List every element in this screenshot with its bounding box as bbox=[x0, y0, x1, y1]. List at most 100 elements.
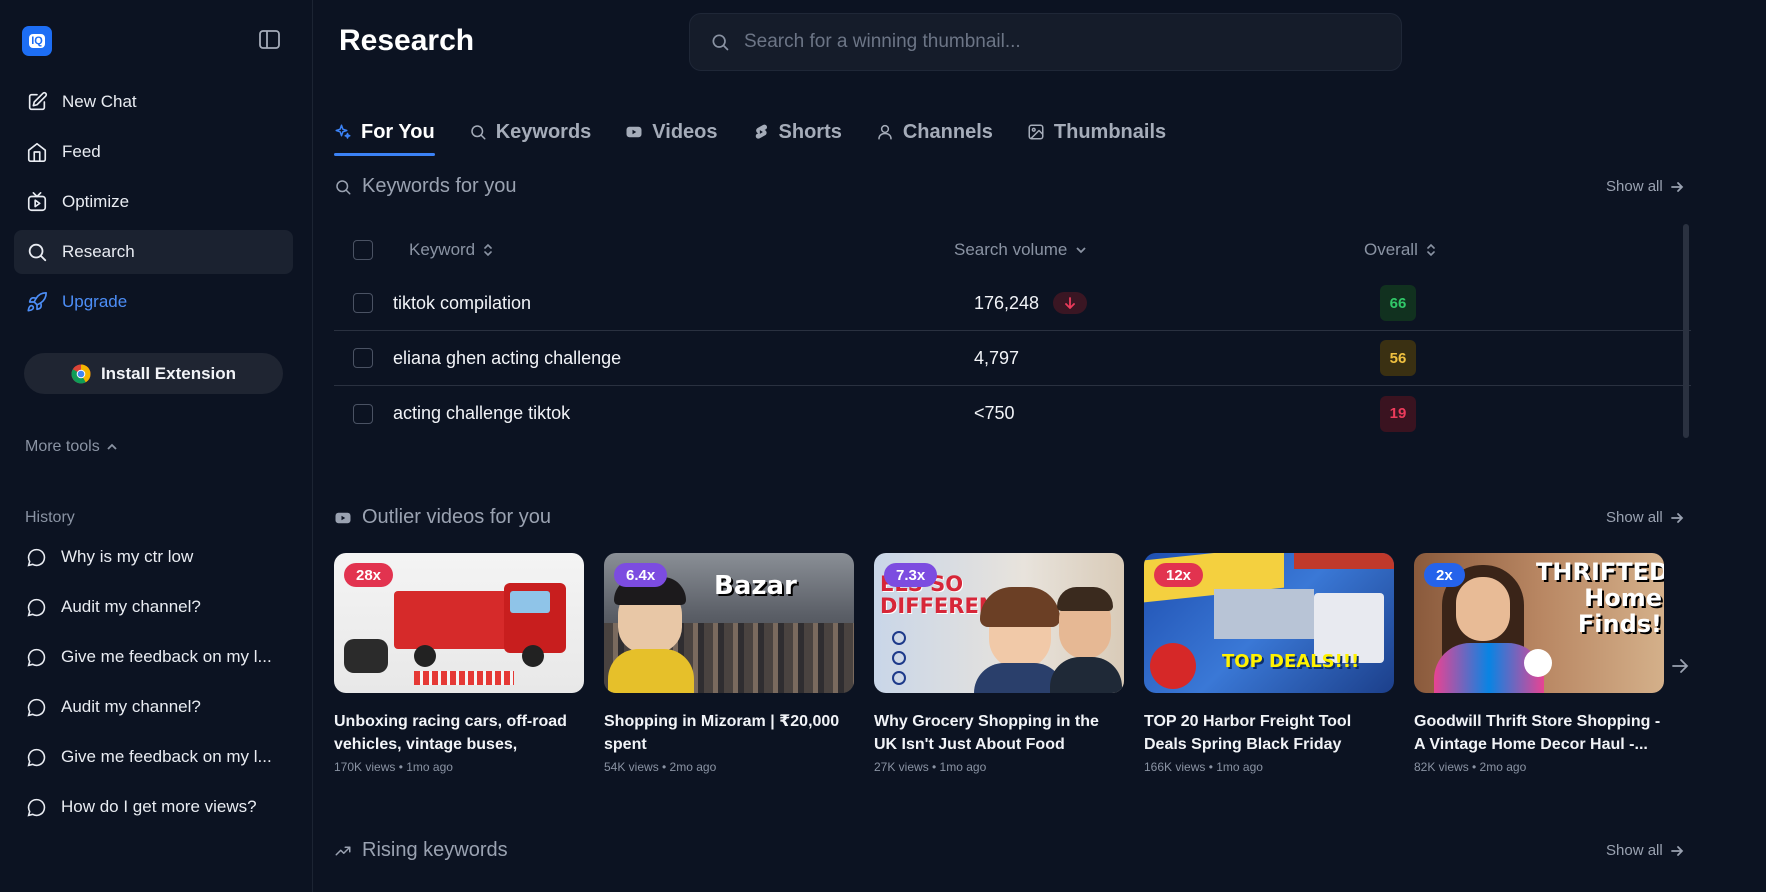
video-meta: 27K views • 1mo ago bbox=[874, 760, 987, 774]
table-row[interactable]: eliana ghen acting challenge 4,797 56 bbox=[334, 331, 1691, 386]
history-item[interactable]: Give me feedback on my l... bbox=[14, 735, 293, 779]
nav-item-research[interactable]: Research bbox=[14, 230, 293, 274]
youtube-icon bbox=[335, 512, 351, 523]
section-title: Keywords for you bbox=[362, 175, 517, 197]
video-thumbnail[interactable]: ELS SO DIFFERENT 7.3x bbox=[874, 553, 1124, 693]
overall-column-header[interactable]: Overall bbox=[1364, 240, 1436, 260]
tab-keywords[interactable]: Keywords bbox=[469, 114, 591, 150]
chrome-icon bbox=[71, 364, 91, 383]
table-row[interactable]: acting challenge tiktok <750 19 bbox=[334, 386, 1691, 441]
arrow-right-icon bbox=[1670, 845, 1683, 856]
arrow-right-icon bbox=[1670, 181, 1683, 192]
nav-label: Research bbox=[62, 242, 135, 261]
search-volume-column-header[interactable]: Search volume bbox=[954, 240, 1364, 260]
chevron-up-icon bbox=[107, 443, 117, 450]
chat-bubble-icon bbox=[27, 548, 46, 566]
row-checkbox[interactable] bbox=[353, 293, 373, 313]
image-icon bbox=[1028, 124, 1044, 140]
row-checkbox[interactable] bbox=[353, 403, 373, 424]
video-card[interactable]: TOP DEALS!!! 12x TOP 20 Harbor Freight T… bbox=[1144, 553, 1394, 774]
arrow-right-icon bbox=[1670, 512, 1683, 523]
keyword-column-header[interactable]: Keyword bbox=[409, 240, 954, 260]
chat-bubble-icon bbox=[27, 698, 46, 716]
nav-item-optimize[interactable]: Optimize bbox=[14, 180, 293, 224]
carousel-next-arrow-icon[interactable] bbox=[1668, 654, 1692, 678]
optimize-icon bbox=[27, 192, 47, 212]
video-meta: 54K views • 2mo ago bbox=[604, 760, 717, 774]
app-root: IQ New Chat Feed Optimize Research Upgra… bbox=[0, 0, 1766, 892]
video-thumbnail[interactable]: 28x bbox=[334, 553, 584, 693]
video-title: Goodwill Thrift Store Shopping - A Vinta… bbox=[1414, 713, 1661, 753]
video-title: Why Grocery Shopping in the UK Isn't Jus… bbox=[874, 713, 1099, 753]
chat-bubble-icon bbox=[27, 648, 46, 666]
thumbnail-text: THRIFTED Home Finds! bbox=[1536, 558, 1664, 638]
history-label: History bbox=[25, 509, 75, 526]
row-checkbox[interactable] bbox=[353, 348, 373, 368]
chat-bubble-icon bbox=[27, 798, 46, 816]
thumbnail-text: Bazar bbox=[714, 571, 797, 601]
table-row[interactable]: tiktok compilation 176,248 66 bbox=[334, 276, 1691, 331]
rising-section-header: Rising keywords bbox=[334, 839, 508, 862]
sidebar-toggle-icon[interactable] bbox=[259, 30, 280, 49]
video-thumbnail[interactable]: Bazar 6.4x bbox=[604, 553, 854, 693]
research-tabs: For You Keywords Videos Shorts Channels … bbox=[334, 114, 1200, 156]
outlier-multiplier-badge: 6.4x bbox=[614, 563, 668, 587]
arrow-down-icon bbox=[1065, 297, 1075, 309]
tab-thumbnails[interactable]: Thumbnails bbox=[1027, 114, 1166, 150]
history-item[interactable]: Audit my channel? bbox=[14, 585, 293, 629]
keywords-section-header: Keywords for you bbox=[334, 175, 517, 198]
chat-bubble-icon bbox=[27, 748, 46, 766]
search-bar[interactable] bbox=[689, 13, 1402, 71]
search-input[interactable] bbox=[744, 31, 1384, 53]
tab-videos[interactable]: Videos bbox=[625, 114, 718, 150]
table-scrollbar[interactable] bbox=[1683, 224, 1689, 438]
outlier-multiplier-badge: 12x bbox=[1154, 563, 1204, 587]
score-badge: 19 bbox=[1380, 395, 1416, 432]
outlier-section-header: Outlier videos for you bbox=[334, 506, 551, 529]
tab-channels[interactable]: Channels bbox=[876, 114, 993, 150]
keyword-cell: tiktok compilation bbox=[393, 292, 532, 313]
history-item[interactable]: Give me feedback on my l... bbox=[14, 635, 293, 679]
keywords-table: Keyword Search volume Overall tiktok com… bbox=[334, 224, 1691, 441]
rising-show-all-link[interactable]: Show all bbox=[1606, 842, 1684, 859]
score-badge: 56 bbox=[1380, 340, 1416, 376]
history-item[interactable]: Why is my ctr low bbox=[14, 535, 293, 579]
video-card[interactable]: THRIFTED Home Finds! 2x Goodwill Thrift … bbox=[1414, 553, 1664, 774]
youtube-icon bbox=[626, 126, 642, 138]
nav-item-new-chat[interactable]: New Chat bbox=[14, 80, 293, 124]
video-meta: 166K views • 1mo ago bbox=[1144, 760, 1263, 774]
app-logo[interactable]: IQ bbox=[22, 26, 52, 56]
search-volume-cell: <750 bbox=[974, 403, 1015, 423]
install-extension-label: Install Extension bbox=[100, 363, 237, 383]
outlier-multiplier-badge: 2x bbox=[1424, 563, 1465, 587]
sort-icon bbox=[484, 243, 492, 257]
tab-for-you[interactable]: For You bbox=[334, 114, 435, 156]
thumbnail-text: TOP DEALS!!! bbox=[1222, 651, 1360, 672]
select-all-checkbox[interactable] bbox=[353, 240, 373, 260]
search-icon bbox=[28, 243, 47, 262]
video-card[interactable]: Bazar 6.4x Shopping in Mizoram | ₹20,000… bbox=[604, 553, 854, 774]
video-card[interactable]: 28x Unboxing racing cars, off-road vehic… bbox=[334, 553, 584, 774]
more-tools-toggle[interactable]: More tools bbox=[25, 438, 118, 456]
score-badge: 66 bbox=[1380, 285, 1416, 321]
video-card[interactable]: ELS SO DIFFERENT 7.3x Why Grocery Shoppi… bbox=[874, 553, 1124, 774]
video-thumbnail[interactable]: THRIFTED Home Finds! 2x bbox=[1414, 553, 1664, 693]
section-title: Rising keywords bbox=[362, 839, 508, 861]
video-thumbnail[interactable]: TOP DEALS!!! 12x bbox=[1144, 553, 1394, 693]
sort-icon bbox=[1427, 243, 1435, 257]
history-item[interactable]: Audit my channel? bbox=[14, 685, 293, 729]
nav-item-feed[interactable]: Feed bbox=[14, 130, 293, 174]
history-item[interactable]: How do I get more views? bbox=[14, 785, 293, 829]
keywords-show-all-link[interactable]: Show all bbox=[1606, 178, 1684, 195]
install-extension-button[interactable]: Install Extension bbox=[24, 353, 283, 394]
trend-down-badge bbox=[1053, 292, 1088, 314]
nav-label: Feed bbox=[62, 142, 101, 161]
tab-shorts[interactable]: Shorts bbox=[752, 114, 842, 150]
search-icon bbox=[336, 179, 351, 194]
outlier-show-all-link[interactable]: Show all bbox=[1606, 509, 1684, 526]
nav-label: Upgrade bbox=[62, 292, 128, 311]
trending-up-icon bbox=[335, 846, 351, 855]
nav-item-upgrade[interactable]: Upgrade bbox=[14, 280, 293, 324]
video-title: TOP 20 Harbor Freight Tool Deals Spring … bbox=[1144, 713, 1352, 753]
home-icon bbox=[27, 142, 47, 162]
